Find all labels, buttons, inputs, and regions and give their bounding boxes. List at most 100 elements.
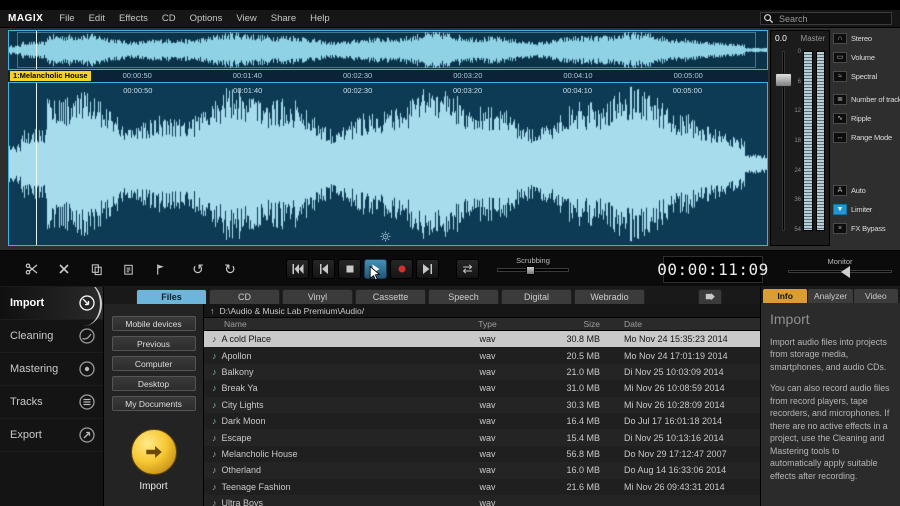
tab-analyzer[interactable]: Analyzer: [808, 289, 852, 303]
file-row[interactable]: ♪Ultra Boys wav: [204, 495, 760, 506]
column-header-name[interactable]: Name: [204, 319, 450, 329]
file-name: Break Ya: [222, 383, 258, 393]
file-size: 31.0 MB: [525, 383, 610, 393]
tab-info[interactable]: Info: [763, 289, 807, 303]
tab-webradio[interactable]: Webradio: [574, 289, 645, 304]
tab-video[interactable]: Video: [854, 289, 898, 303]
stereo-button[interactable]: ∩ Stereo: [833, 32, 900, 44]
loop-playback-button[interactable]: ⇄: [456, 259, 479, 279]
file-row[interactable]: ♪City Lights wav 30.3 MB Mi Nov 26 10:28…: [204, 397, 760, 413]
file-date: Do Nov 29 17:12:47 2007: [610, 449, 760, 459]
playhead-cursor[interactable]: [36, 83, 37, 245]
ripple-button[interactable]: ∿ Ripple: [833, 112, 900, 124]
track-waveform-area[interactable]: 00:00:50 00:01:40 00:02:30 00:03:20 00:0…: [8, 82, 768, 246]
column-header-type[interactable]: Type: [450, 319, 525, 329]
monitor-slider[interactable]: [788, 270, 892, 273]
master-fader-handle[interactable]: [775, 73, 792, 87]
scrubbing-label: Scrubbing: [497, 256, 569, 265]
tab-overflow-button[interactable]: [698, 289, 722, 304]
menu-cd[interactable]: CD: [162, 13, 176, 24]
previous-object-button[interactable]: [312, 259, 335, 279]
file-row[interactable]: ♪Otherland wav 16.0 MB Do Aug 14 16:33:0…: [204, 462, 760, 478]
auto-button[interactable]: A Auto: [833, 184, 900, 196]
file-row[interactable]: ♪Apollon wav 20.5 MB Mo Nov 24 17:01:19 …: [204, 347, 760, 363]
stop-icon: [345, 264, 355, 274]
overview-playhead[interactable]: [36, 31, 37, 69]
spectral-button[interactable]: ≈ Spectral: [833, 70, 900, 82]
scrubbing-slider[interactable]: [497, 268, 569, 272]
cleaning-icon: [78, 327, 96, 345]
range-mode-button[interactable]: ↔ Range Mode: [833, 131, 900, 143]
skip-to-end-button[interactable]: [416, 259, 439, 279]
sidebar-item-export[interactable]: Export: [0, 419, 103, 452]
import-files-button[interactable]: [131, 429, 177, 475]
volume-button[interactable]: ▭ Volume: [833, 51, 900, 63]
tab-speech[interactable]: Speech: [428, 289, 499, 304]
tab-cd[interactable]: CD: [209, 289, 280, 304]
tab-digital[interactable]: Digital: [501, 289, 572, 304]
fx-bypass-button[interactable]: × FX Bypass: [833, 222, 900, 234]
computer-button[interactable]: Computer: [112, 356, 196, 371]
up-directory-icon[interactable]: ↑: [210, 306, 215, 316]
waveform-panel: 1:Melancholic House 00:00:50 00:01:40 00…: [8, 30, 768, 246]
file-row[interactable]: ♪Dark Moon wav 16.4 MB Do Jul 17 16:01:1…: [204, 413, 760, 429]
time-ruler[interactable]: 1:Melancholic House 00:00:50 00:01:40 00…: [8, 70, 768, 82]
search-input[interactable]: Search: [760, 12, 892, 25]
menu-help[interactable]: Help: [310, 13, 330, 24]
file-row[interactable]: ♪Melancholic House wav 56.8 MB Do Nov 29…: [204, 446, 760, 462]
tab-vinyl[interactable]: Vinyl: [282, 289, 353, 304]
file-name: A cold Place: [222, 334, 272, 344]
file-row[interactable]: ♪Teenage Fashion wav 21.6 MB Mi Nov 26 0…: [204, 479, 760, 495]
magix-app-window: MAGIX File Edit Effects CD Options View …: [0, 0, 900, 506]
file-row[interactable]: ♪A cold Place wav 30.8 MB Mo Nov 24 15:3…: [204, 331, 760, 347]
file-type: wav: [450, 351, 525, 361]
audio-file-icon: ♪: [212, 416, 217, 426]
sidebar-item-cleaning[interactable]: Cleaning: [0, 320, 103, 353]
sidebar-item-import[interactable]: Import: [0, 287, 103, 320]
menu-file[interactable]: File: [59, 13, 74, 24]
monitor-handle[interactable]: [841, 266, 850, 278]
skip-to-start-button[interactable]: [286, 259, 309, 279]
clip-name-tag[interactable]: 1:Melancholic House: [10, 71, 91, 81]
undo-button[interactable]: ↺: [186, 258, 210, 280]
file-row[interactable]: ♪Escape wav 15.4 MB Di Nov 25 10:13:16 2…: [204, 429, 760, 445]
limiter-button[interactable]: ▼ Limiter: [833, 203, 900, 215]
mobile-devices-button[interactable]: Mobile devices: [112, 316, 196, 331]
record-button[interactable]: [390, 259, 413, 279]
file-row[interactable]: ♪Balkony wav 21.0 MB Di Nov 25 10:03:09 …: [204, 364, 760, 380]
track-waveform[interactable]: [9, 83, 767, 245]
copy-button[interactable]: [84, 258, 108, 280]
paste-button[interactable]: [116, 258, 140, 280]
number-of-tracks-button[interactable]: ≣ Number of tracks: [833, 93, 900, 105]
delete-button[interactable]: [52, 258, 76, 280]
menu-share[interactable]: Share: [271, 13, 296, 24]
stop-button[interactable]: [338, 259, 361, 279]
ripple-icon: ∿: [833, 113, 847, 124]
column-header-date[interactable]: Date: [610, 319, 760, 329]
view-range-box[interactable]: [17, 32, 756, 68]
sidebar-item-tracks[interactable]: Tracks: [0, 386, 103, 419]
redo-button[interactable]: ↻: [218, 258, 242, 280]
cut-button[interactable]: [20, 258, 44, 280]
desktop-button[interactable]: Desktop: [112, 376, 196, 391]
tab-files[interactable]: Files: [136, 289, 207, 304]
master-gain-value: 0.0: [775, 33, 787, 43]
number-of-tracks-label: Number of tracks: [851, 95, 900, 104]
column-header-size[interactable]: Size: [525, 319, 610, 329]
project-overview[interactable]: [8, 30, 768, 70]
current-path[interactable]: D:\Audio & Music Lab Premium\Audio/: [220, 306, 365, 316]
previous-button[interactable]: Previous: [112, 336, 196, 351]
sidebar-item-mastering[interactable]: Mastering: [0, 353, 103, 386]
automation-gear-icon[interactable]: [380, 231, 391, 242]
scrubbing-handle[interactable]: [526, 266, 535, 275]
export-icon: [78, 426, 96, 444]
menu-effects[interactable]: Effects: [119, 13, 148, 24]
menu-view[interactable]: View: [236, 13, 256, 24]
marker-button[interactable]: [148, 258, 172, 280]
file-row[interactable]: ♪Break Ya wav 31.0 MB Mi Nov 26 10:08:59…: [204, 380, 760, 396]
my-documents-button[interactable]: My Documents: [112, 396, 196, 411]
menu-edit[interactable]: Edit: [89, 13, 105, 24]
sidebar-item-label: Tracks: [10, 396, 78, 408]
tab-cassette[interactable]: Cassette: [355, 289, 426, 304]
menu-options[interactable]: Options: [190, 13, 223, 24]
